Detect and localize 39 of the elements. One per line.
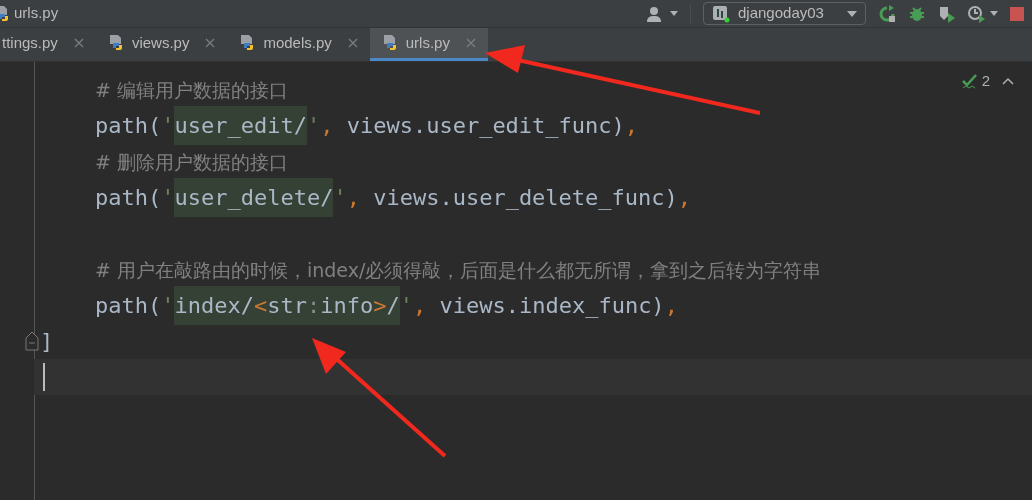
close-icon[interactable] (205, 38, 216, 48)
run-config-dropdown[interactable]: djangoday03 (703, 2, 866, 25)
debug-bug-icon[interactable] (908, 4, 926, 23)
up-caret-icon[interactable] (1002, 77, 1014, 86)
tab-label: models.py (262, 32, 333, 53)
caret-icon (990, 11, 998, 16)
code-line: path('index/<str:info>/', views.index_func), (95, 288, 678, 322)
tab-label: ttings.py (1, 32, 59, 53)
code-line: ] (40, 327, 54, 356)
tab-label: views.py (130, 32, 191, 53)
code-line: path('user_edit/', views.user_edit_func), (95, 108, 639, 142)
close-icon[interactable] (465, 38, 476, 48)
profile-icon[interactable] (968, 4, 998, 23)
python-file-icon (239, 34, 256, 52)
caret-icon (847, 10, 857, 17)
code-line: path('user_delete/', views.user_delete_func), (95, 180, 692, 214)
coverage-icon[interactable] (938, 4, 956, 23)
stop-icon[interactable] (1010, 6, 1024, 21)
inspection-count: 2 (981, 71, 990, 91)
window-title: urls.py (14, 3, 59, 24)
user-menu-button[interactable] (646, 5, 678, 22)
close-icon[interactable] (73, 38, 84, 48)
django-icon (712, 4, 730, 23)
python-file-icon (107, 34, 124, 52)
editor-tab[interactable]: ttings.py (0, 28, 96, 61)
python-file-icon (381, 34, 398, 52)
code-comment: # 用户在敲路由的时候，index/必须得敲，后面是什么都无所谓，拿到之后转为字符串 (95, 257, 822, 283)
inspection-widget[interactable]: 2 (961, 70, 990, 93)
editor-tab[interactable]: views.py (95, 28, 228, 61)
check-icon (961, 73, 978, 90)
close-icon[interactable] (347, 38, 358, 48)
editor-tab[interactable]: urls.py (369, 28, 488, 61)
rerun-icon[interactable] (878, 4, 896, 23)
editor-tab[interactable]: models.py (227, 28, 370, 61)
code-comment: # 删除用户数据的接口 (95, 149, 288, 175)
text-cursor (43, 363, 45, 391)
caret-icon (670, 11, 678, 16)
tab-label: urls.py (404, 32, 451, 53)
code-comment: # 编辑用户数据的接口 (95, 77, 288, 103)
